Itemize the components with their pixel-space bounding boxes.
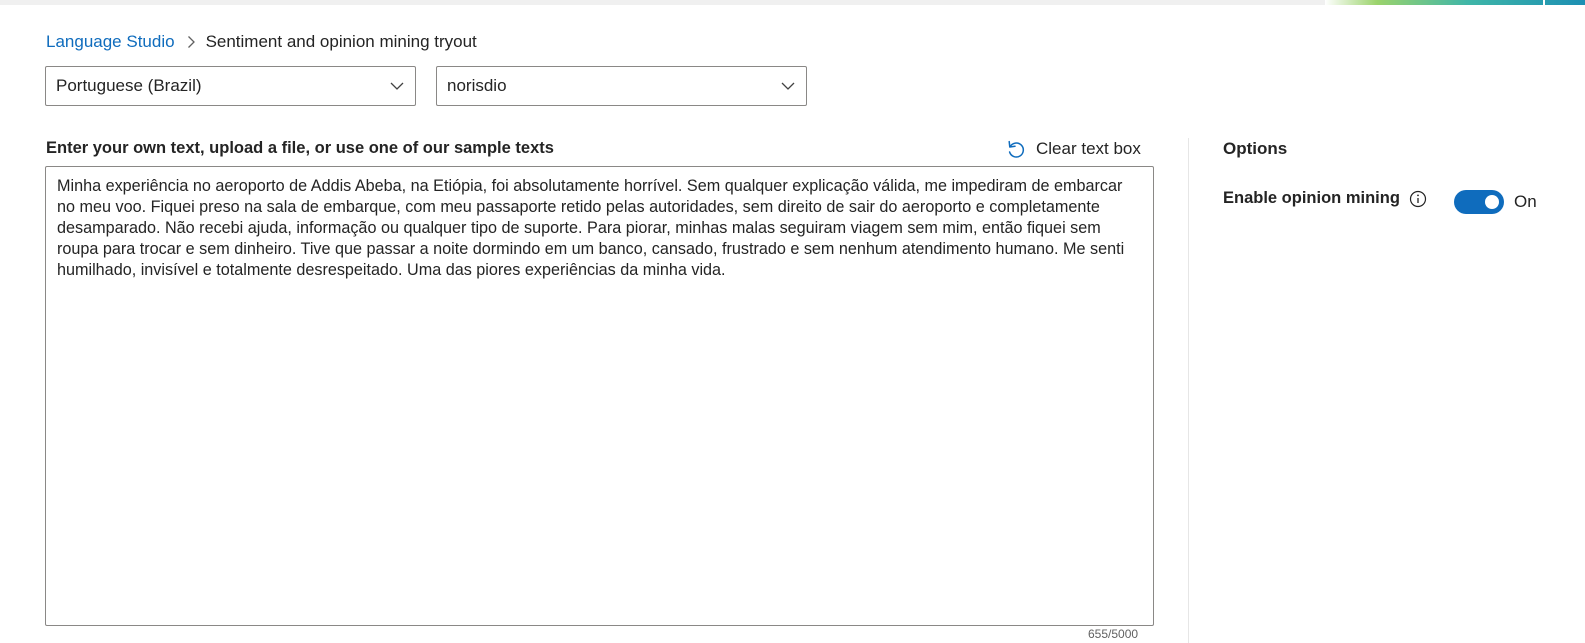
clear-text-box-button[interactable]: Clear text box	[1005, 138, 1141, 160]
breadcrumb-language-studio-link[interactable]: Language Studio	[46, 32, 175, 52]
chevron-right-icon	[187, 35, 196, 49]
top-bar-accent	[1325, 0, 1585, 5]
top-bar	[0, 0, 1585, 5]
opinion-mining-toggle-state: On	[1514, 192, 1537, 211]
breadcrumb: Language Studio Sentiment and opinion mi…	[46, 32, 477, 52]
resource-dropdown-value: norisdio	[447, 76, 507, 95]
character-count: 655/5000	[1088, 627, 1139, 641]
chevron-down-icon	[780, 78, 796, 99]
options-heading: Options	[1223, 139, 1288, 158]
top-bar-divider	[1543, 0, 1545, 5]
language-dropdown-value: Portuguese (Brazil)	[56, 76, 202, 95]
language-dropdown[interactable]: Portuguese (Brazil)	[45, 66, 416, 106]
opinion-mining-label-text: Enable opinion mining	[1223, 189, 1400, 207]
chevron-down-icon	[389, 78, 405, 99]
breadcrumb-current-page: Sentiment and opinion mining tryout	[205, 32, 477, 51]
toggle-knob	[1485, 195, 1499, 209]
text-input-area[interactable]: Minha experiência no aeroporto de Addis …	[45, 166, 1154, 626]
input-instructions-heading: Enter your own text, upload a file, or u…	[46, 139, 554, 157]
undo-icon	[1005, 138, 1027, 160]
resource-dropdown[interactable]: norisdio	[436, 66, 807, 106]
info-icon[interactable]	[1409, 190, 1427, 208]
clear-text-box-label: Clear text box	[1036, 139, 1141, 158]
opinion-mining-label: Enable opinion mining	[1223, 189, 1427, 208]
opinion-mining-toggle[interactable]	[1454, 190, 1504, 214]
panel-divider	[1188, 138, 1189, 643]
